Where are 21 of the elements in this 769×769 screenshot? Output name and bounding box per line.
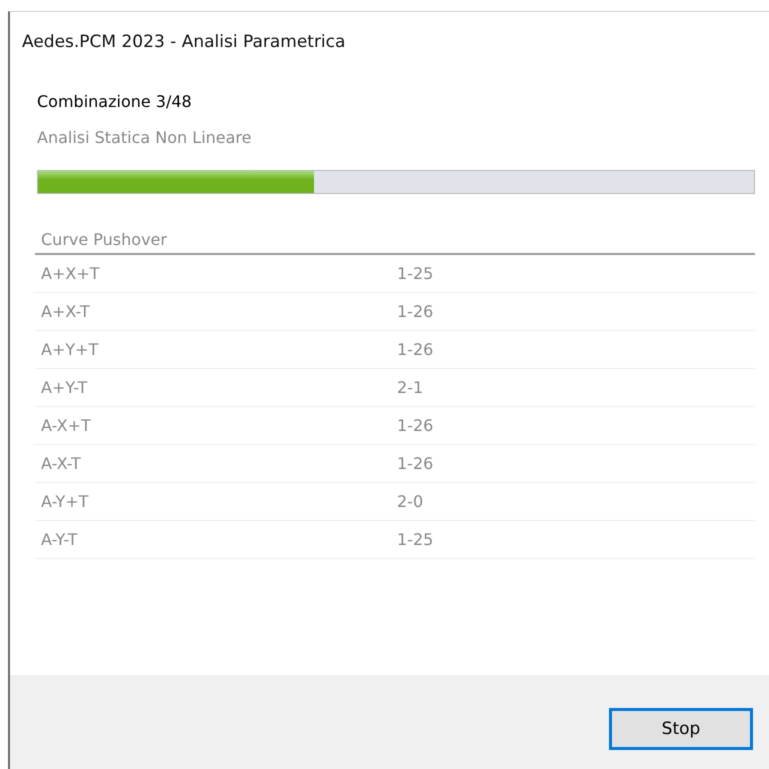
table-cell: 1-25 [397, 264, 434, 283]
table-cell: 2-1 [397, 378, 424, 397]
table-cell-text: A+X-T [41, 302, 91, 321]
table-cell-text: A+X+T [41, 264, 100, 283]
table-cell: 1-26 [397, 416, 434, 435]
table-cell: 1-26 [397, 454, 434, 473]
table-cell: 2-0 [397, 492, 424, 511]
table-cell-text: A-X-T [41, 454, 82, 473]
stop-button[interactable]: Stop [609, 708, 753, 750]
table-cell-text: A-Y+T [41, 492, 90, 511]
table-cell: 1-26 [397, 340, 434, 359]
column-header: Curve Pushover [41, 230, 167, 249]
analysis-label: Analisi Statica Non Lineare [37, 128, 252, 149]
table-cell-text: A-Y-T [41, 530, 78, 549]
table-cell-text: A+Y+T [41, 340, 100, 359]
combination-label: Combinazione 3/48 [37, 91, 193, 113]
table-cell-text: A+Y-T [41, 378, 88, 397]
window-title: Aedes.PCM 2023 - Analisi Parametrica [21, 31, 346, 54]
table-cell: 1-26 [397, 302, 434, 321]
table-cell: 1-25 [397, 530, 434, 549]
table-cell-text: A-X+T [41, 416, 92, 435]
